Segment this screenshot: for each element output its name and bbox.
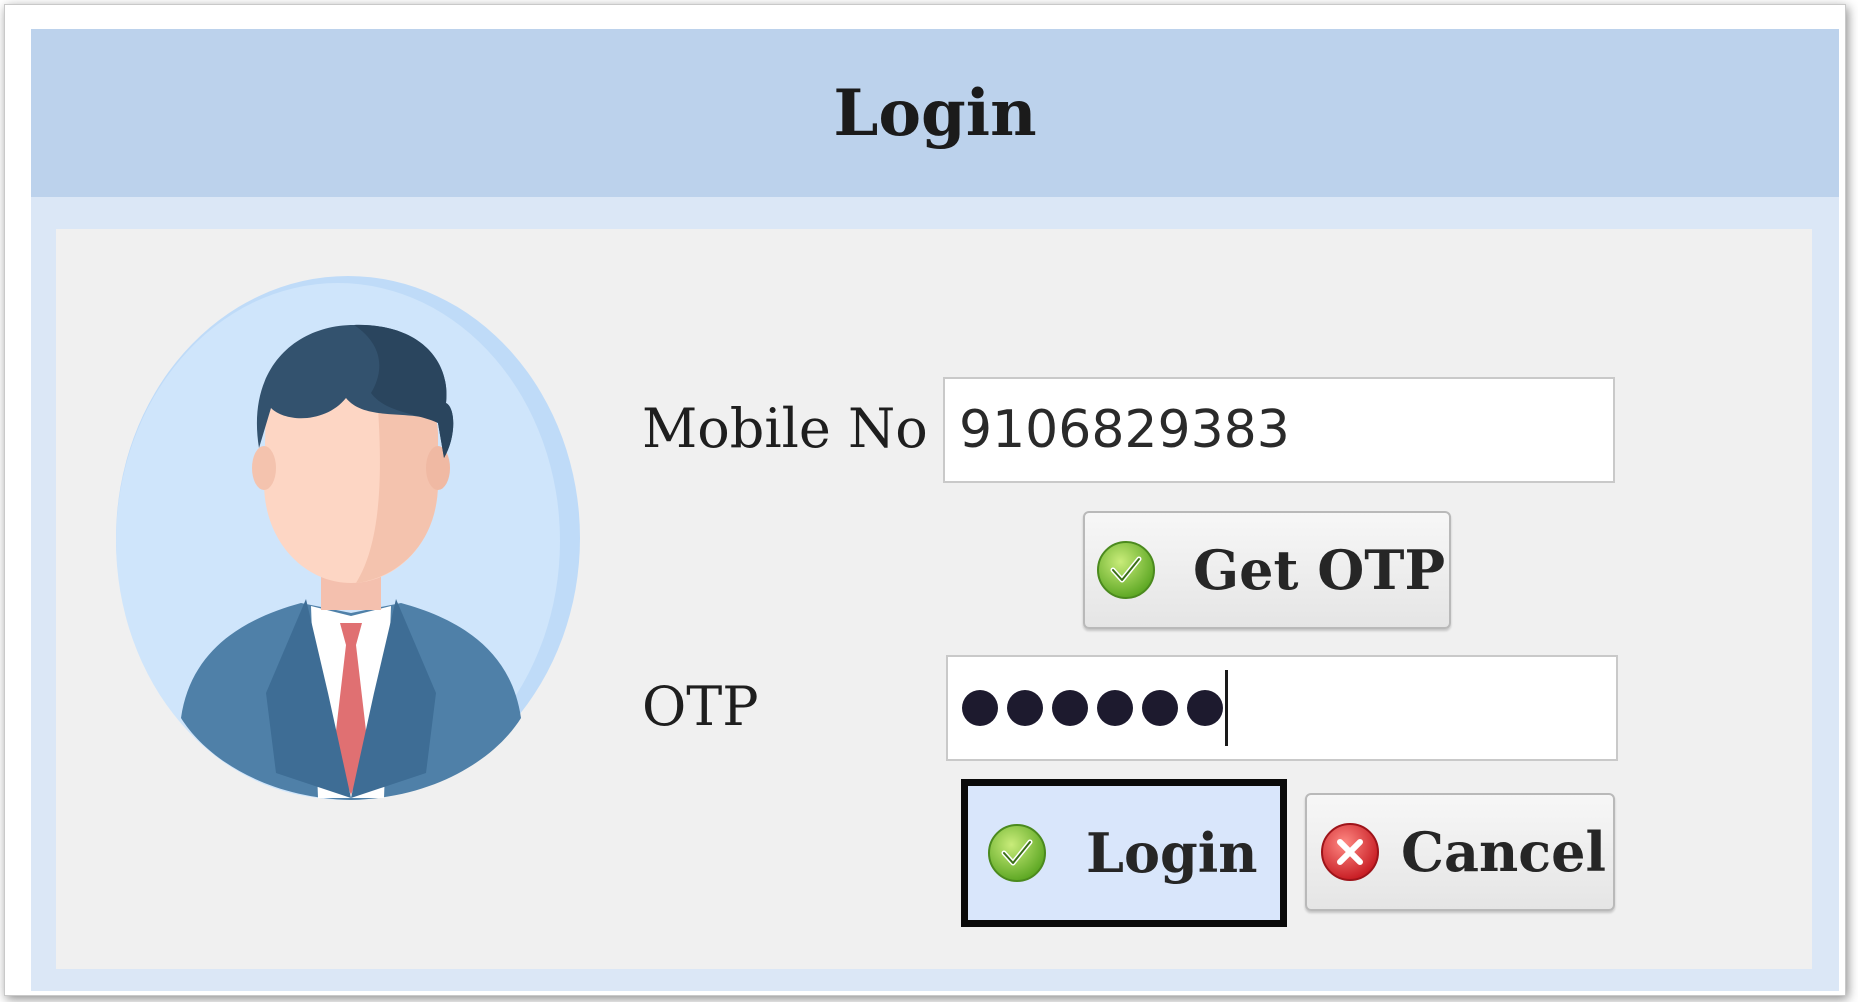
green-check-icon: [1097, 541, 1155, 599]
login-panel: Mobile No 9106829383 Get OTP OTP Login C…: [56, 229, 1812, 969]
login-label: Login: [1086, 821, 1258, 885]
get-otp-button[interactable]: Get OTP: [1083, 511, 1451, 629]
red-x-icon: [1321, 823, 1379, 881]
mobile-label: Mobile No: [642, 397, 928, 460]
otp-label: OTP: [642, 675, 759, 738]
otp-input[interactable]: [946, 655, 1618, 761]
otp-masked-value: [962, 690, 1223, 726]
user-avatar-icon: [116, 276, 580, 800]
screenshot-frame: Login Mobile No 9106829383 Get OTP OTP L…: [4, 4, 1846, 996]
login-window: Login Mobile No 9106829383 Get OTP OTP L…: [31, 29, 1839, 991]
otp-mask-dot: [1097, 690, 1133, 726]
cancel-button[interactable]: Cancel: [1305, 793, 1615, 911]
otp-mask-dot: [1007, 690, 1043, 726]
window-title: Login: [833, 75, 1037, 151]
login-button[interactable]: Login: [961, 779, 1287, 927]
green-check-icon: [988, 824, 1046, 882]
otp-mask-dot: [962, 690, 998, 726]
mobile-number-input[interactable]: 9106829383: [943, 377, 1615, 483]
title-bar: Login: [31, 29, 1839, 197]
cancel-label: Cancel: [1401, 820, 1606, 884]
otp-mask-dot: [1052, 690, 1088, 726]
otp-mask-dot: [1187, 690, 1223, 726]
text-caret: [1225, 670, 1228, 746]
mobile-number-value: 9106829383: [959, 400, 1290, 460]
otp-mask-dot: [1142, 690, 1178, 726]
get-otp-label: Get OTP: [1193, 538, 1446, 602]
